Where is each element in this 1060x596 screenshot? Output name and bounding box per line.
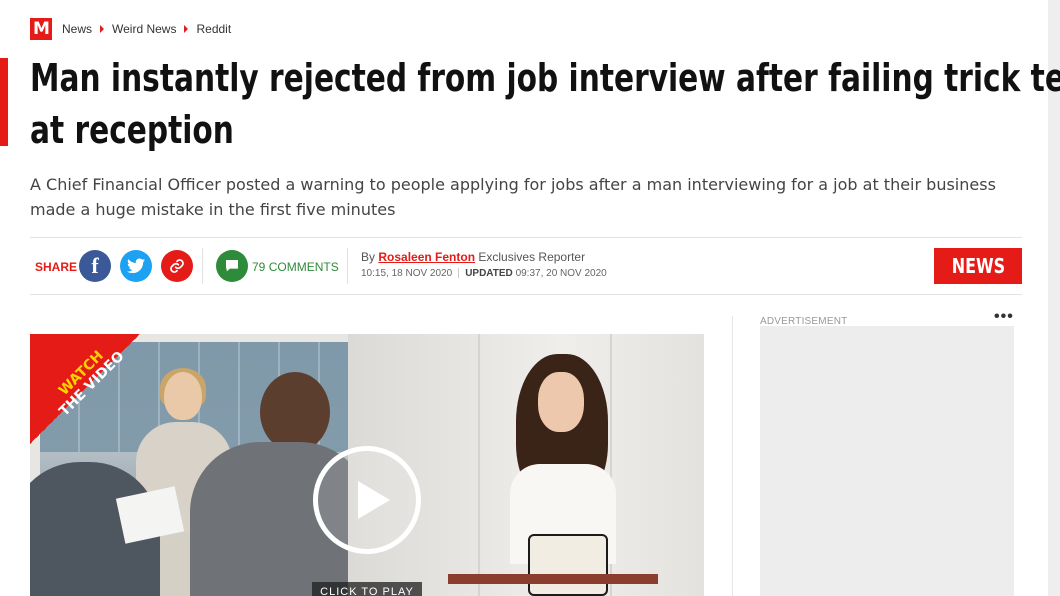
comments-label: COMMENTS: [268, 260, 339, 274]
headline-line-2: at reception: [30, 108, 234, 152]
facebook-icon: f: [91, 253, 99, 278]
advertisement-slot[interactable]: [760, 326, 1014, 596]
link-icon: [170, 259, 184, 273]
page-title: Man instantly rejected from job intervie…: [30, 52, 1060, 156]
comments-button[interactable]: [216, 250, 248, 282]
play-icon: [358, 481, 390, 519]
chevron-right-icon: [184, 25, 189, 33]
published-date: 10:15, 18 NOV 2020: [361, 268, 453, 279]
headline-accent-bar: [0, 58, 8, 146]
author-link[interactable]: Rosaleen Fenton: [378, 250, 475, 264]
section-badge[interactable]: NEWS: [934, 248, 1022, 284]
updated-label: UPDATED: [465, 268, 513, 279]
byline: By Rosaleen Fenton Exclusives Reporter: [361, 250, 585, 264]
article-dates: 10:15, 18 NOV 2020 UPDATED 09:37, 20 NOV …: [361, 268, 607, 279]
updated-date: 09:37, 20 NOV 2020: [515, 268, 607, 279]
byline-prefix: By: [361, 250, 376, 264]
breadcrumb-news[interactable]: News: [62, 22, 92, 36]
twitter-share-button[interactable]: [120, 250, 152, 282]
article-standfirst: A Chief Financial Officer posted a warni…: [30, 175, 996, 219]
divider-bottom: [30, 294, 1022, 295]
click-to-play-label[interactable]: CLICK TO PLAY: [312, 582, 422, 596]
more-dots-icon[interactable]: •••: [994, 308, 1014, 326]
twitter-icon: [127, 258, 145, 274]
breadcrumb: M News Weird News Reddit: [30, 18, 231, 40]
byline-separator: [347, 248, 348, 284]
share-bar: SHARE f 79 COMMENTS By Rosaleen Fenton E…: [30, 238, 1022, 294]
breadcrumb-weird-news[interactable]: Weird News: [112, 22, 176, 36]
sidebar-divider: [732, 316, 733, 596]
chevron-right-icon: [100, 25, 105, 33]
mirror-logo-icon[interactable]: M: [30, 18, 52, 40]
comments-link[interactable]: 79 COMMENTS: [252, 260, 339, 274]
comments-count: 79: [252, 260, 266, 274]
comment-bubble-icon: [226, 260, 238, 272]
facebook-share-button[interactable]: f: [79, 250, 111, 282]
section-badge-label: NEWS: [951, 254, 1005, 278]
author-role: Exclusives Reporter: [478, 250, 586, 264]
headline-line-1: Man instantly rejected from job intervie…: [30, 56, 1060, 100]
copy-link-button[interactable]: [161, 250, 193, 282]
video-player[interactable]: WATCH THE VIDEO CLICK TO PLAY: [30, 334, 704, 596]
share-label: SHARE: [35, 260, 78, 274]
breadcrumb-reddit[interactable]: Reddit: [196, 22, 231, 36]
share-separator: [202, 248, 203, 284]
play-button[interactable]: [313, 446, 421, 554]
